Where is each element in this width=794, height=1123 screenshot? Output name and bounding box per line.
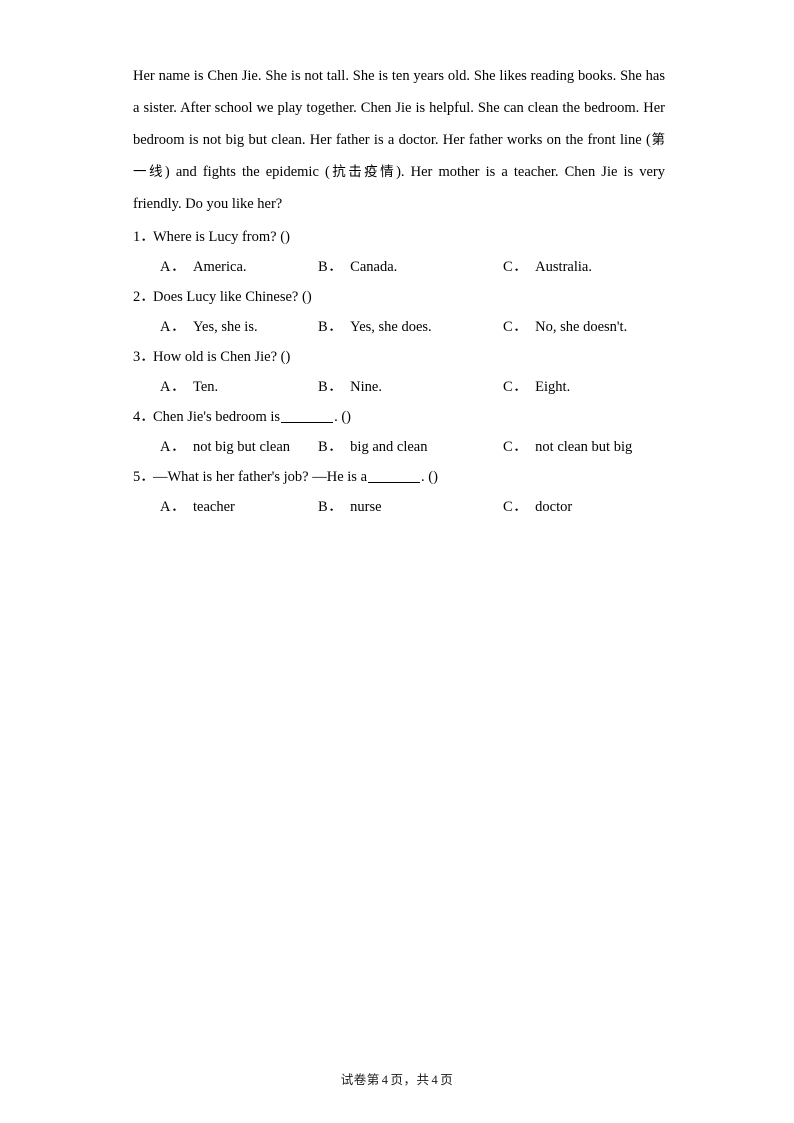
question-text: How old is Chen Jie? ( bbox=[153, 349, 286, 365]
passage-chinese-gloss-2: 抗击疫情 bbox=[329, 164, 397, 180]
option-a-label: America. bbox=[192, 259, 247, 275]
question-stem: 2．Does Lucy like Chinese? () bbox=[133, 282, 665, 312]
question-text: —What is her father's job? —He is a bbox=[153, 469, 368, 485]
question-text: Does Lucy like Chinese? ( bbox=[153, 289, 307, 305]
question-text-tail: . ( bbox=[421, 469, 434, 485]
option-a[interactable]: A． not big but clean bbox=[160, 432, 290, 462]
option-b-letter: B． bbox=[318, 379, 344, 395]
question-text-tail: . ( bbox=[334, 409, 347, 425]
exam-page-content: Her name is Chen Jie. She is not tall. S… bbox=[133, 60, 665, 522]
answer-bracket[interactable]: ) bbox=[346, 409, 351, 425]
option-c-label: Australia. bbox=[535, 259, 592, 275]
option-row: A． teacher B． nurse C． doctor bbox=[133, 492, 665, 522]
question-number: 2． bbox=[133, 289, 155, 305]
option-a-letter: A． bbox=[160, 259, 186, 275]
answer-bracket[interactable]: ) bbox=[285, 229, 290, 245]
question-stem: 4．Chen Jie's bedroom is . () bbox=[133, 402, 665, 432]
footer-current-page: 4 bbox=[381, 1073, 389, 1087]
option-b-label: nurse bbox=[350, 499, 382, 515]
passage-part-2: ) and fights the epidemic ( bbox=[164, 164, 330, 180]
option-a[interactable]: A． America. bbox=[160, 252, 247, 282]
option-c-letter: C． bbox=[503, 499, 529, 515]
footer-prefix: 试卷第 bbox=[340, 1072, 380, 1087]
option-c-label: No, she doesn't. bbox=[535, 319, 628, 335]
option-a[interactable]: A． Ten. bbox=[160, 372, 218, 402]
fill-in-blank[interactable] bbox=[281, 422, 334, 423]
option-a[interactable]: A． Yes, she is. bbox=[160, 312, 258, 342]
option-c[interactable]: C． No, she doesn't. bbox=[503, 312, 627, 342]
option-c[interactable]: C． Australia. bbox=[503, 252, 592, 282]
option-b[interactable]: B． nurse bbox=[318, 492, 382, 522]
page-footer: 试卷第 4 页，共 4 页 bbox=[0, 1069, 794, 1088]
option-c-label: doctor bbox=[535, 499, 573, 515]
reading-passage: Her name is Chen Jie. She is not tall. S… bbox=[133, 60, 665, 220]
option-a-letter: A． bbox=[160, 379, 186, 395]
footer-total-pages: 4 bbox=[431, 1073, 439, 1087]
question-number: 5． bbox=[133, 469, 155, 485]
option-b-letter: B． bbox=[318, 499, 344, 515]
option-b-letter: B． bbox=[318, 319, 344, 335]
question-stem: 5．—What is her father's job? —He is a . … bbox=[133, 462, 665, 492]
question-number: 1． bbox=[133, 229, 155, 245]
footer-suffix: 页 bbox=[440, 1072, 454, 1087]
question-number: 3． bbox=[133, 349, 155, 365]
option-a[interactable]: A． teacher bbox=[160, 492, 235, 522]
option-c[interactable]: C． Eight. bbox=[503, 372, 570, 402]
option-c[interactable]: C． not clean but big bbox=[503, 432, 632, 462]
option-b[interactable]: B． big and clean bbox=[318, 432, 427, 462]
question-text: Where is Lucy from? ( bbox=[153, 229, 286, 245]
question-text: Chen Jie's bedroom is bbox=[153, 409, 281, 425]
question-number: 4． bbox=[133, 409, 155, 425]
answer-bracket[interactable]: ) bbox=[433, 469, 438, 485]
option-row: A． Ten. B． Nine. C． Eight. bbox=[133, 372, 665, 402]
footer-middle: 页，共 bbox=[390, 1072, 430, 1087]
option-c-letter: C． bbox=[503, 319, 529, 335]
option-a-label: teacher bbox=[192, 499, 235, 515]
passage-part-1: Her name is Chen Jie. She is not tall. S… bbox=[133, 68, 665, 148]
option-b-letter: B． bbox=[318, 439, 344, 455]
option-c-label: not clean but big bbox=[535, 439, 633, 455]
option-row: A． America. B． Canada. C． Australia. bbox=[133, 252, 665, 282]
option-b[interactable]: B． Nine. bbox=[318, 372, 382, 402]
option-a-label: Yes, she is. bbox=[192, 319, 258, 335]
question-stem: 1．Where is Lucy from? () bbox=[133, 222, 665, 252]
fill-in-blank[interactable] bbox=[368, 482, 421, 483]
question-stem: 3．How old is Chen Jie? () bbox=[133, 342, 665, 372]
option-a-letter: A． bbox=[160, 319, 186, 335]
question-list: 1．Where is Lucy from? () A． America. B． Ca… bbox=[133, 222, 665, 522]
option-row: A． not big but clean B． big and clean C． no… bbox=[133, 432, 665, 462]
option-b[interactable]: B． Canada. bbox=[318, 252, 397, 282]
option-c-label: Eight. bbox=[535, 379, 571, 395]
option-a-label: Ten. bbox=[192, 379, 219, 395]
option-c-letter: C． bbox=[503, 439, 529, 455]
option-a-label: not big but clean bbox=[192, 439, 291, 455]
option-b-label: Nine. bbox=[350, 379, 382, 395]
option-a-letter: A． bbox=[160, 499, 186, 515]
option-row: A． Yes, she is. B． Yes, she does. C． No, sh… bbox=[133, 312, 665, 342]
option-b-label: Canada. bbox=[350, 259, 398, 275]
answer-bracket[interactable]: ) bbox=[286, 349, 291, 365]
option-a-letter: A． bbox=[160, 439, 186, 455]
option-b-label: big and clean bbox=[350, 439, 428, 455]
option-c-letter: C． bbox=[503, 379, 529, 395]
option-c[interactable]: C． doctor bbox=[503, 492, 572, 522]
answer-bracket[interactable]: ) bbox=[307, 289, 312, 305]
option-b-label: Yes, she does. bbox=[350, 319, 432, 335]
option-b-letter: B． bbox=[318, 259, 344, 275]
option-b[interactable]: B． Yes, she does. bbox=[318, 312, 432, 342]
option-c-letter: C． bbox=[503, 259, 529, 275]
